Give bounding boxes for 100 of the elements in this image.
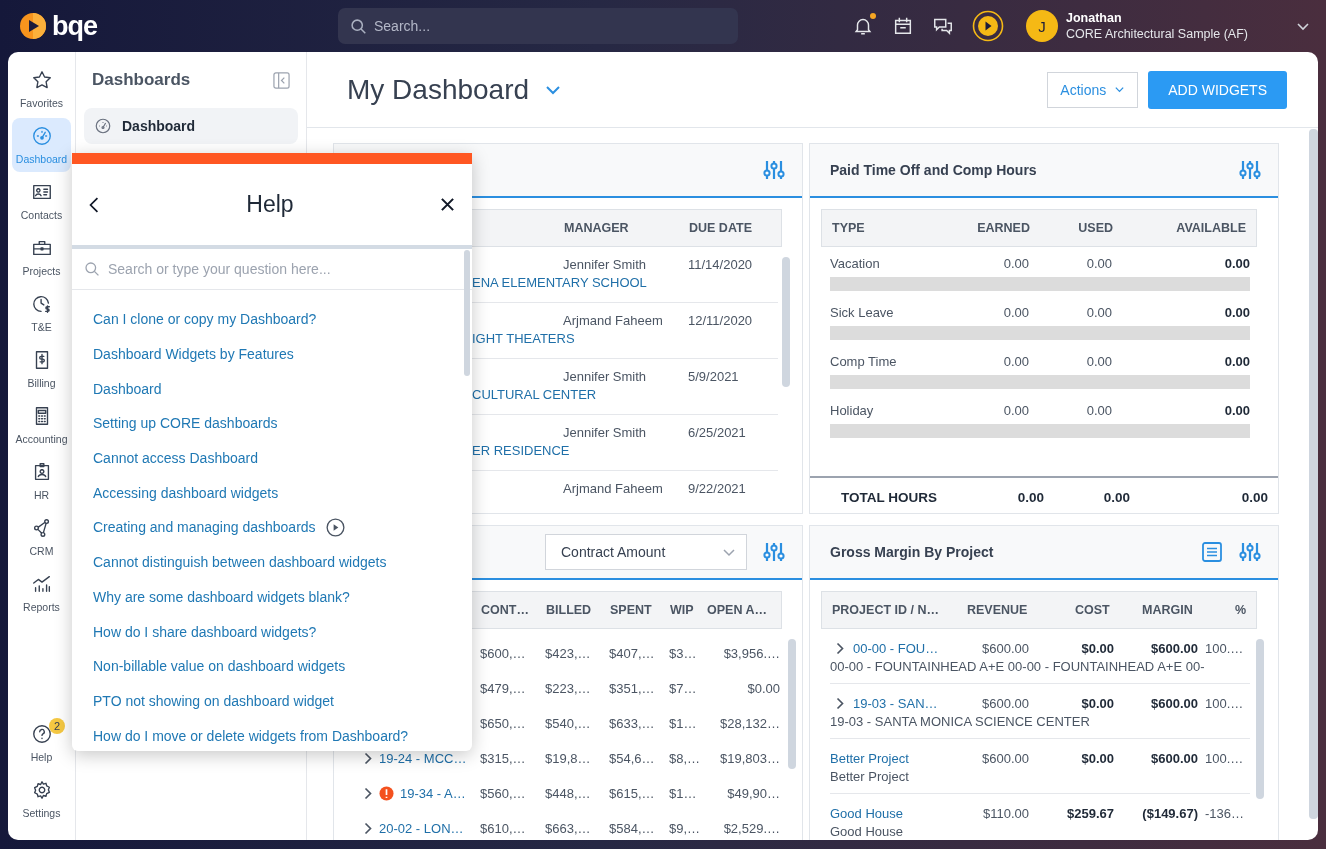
filter-sliders-icon[interactable] bbox=[1239, 541, 1261, 563]
calendar-icon[interactable] bbox=[892, 15, 914, 37]
column-header[interactable]: MANAGER bbox=[554, 221, 679, 235]
help-article-link[interactable]: Cannot access Dashboard bbox=[93, 450, 258, 467]
column-header[interactable]: OPEN A… bbox=[707, 603, 781, 617]
back-icon[interactable] bbox=[88, 195, 100, 214]
table-cell-text: $600.00 bbox=[981, 695, 1029, 713]
table-cell-text: Jennifer Smith bbox=[562, 256, 648, 274]
table-cell-text: $259.67 bbox=[1066, 805, 1114, 823]
metric-dropdown[interactable]: Contract Amount bbox=[545, 534, 747, 570]
expand-chevron-icon[interactable] bbox=[835, 642, 845, 655]
filter-sliders-icon[interactable] bbox=[763, 541, 785, 563]
table-cell-text: $315,… bbox=[479, 751, 527, 766]
page-title: My Dashboard bbox=[347, 73, 530, 106]
actions-dropdown[interactable]: Actions bbox=[1047, 71, 1139, 108]
expand-chevron-icon[interactable] bbox=[835, 697, 845, 710]
search-field[interactable]: Search... bbox=[338, 8, 738, 44]
column-header[interactable]: PROJECT ID / N… bbox=[822, 603, 957, 617]
project-link[interactable]: 19-03 - SAN… bbox=[853, 694, 938, 713]
help-article-link[interactable]: Creating and managing dashboards bbox=[93, 519, 316, 536]
column-header[interactable]: % bbox=[1220, 603, 1256, 617]
table-cell-text: Arjmand Faheem bbox=[562, 312, 664, 330]
nav-item[interactable]: Help 2 bbox=[12, 716, 71, 770]
nav-item[interactable]: Projects bbox=[12, 230, 71, 284]
play-icon[interactable] bbox=[972, 10, 1004, 42]
column-header[interactable]: EARNED bbox=[960, 221, 1030, 235]
help-article-link[interactable]: Accessing dashboard widgets bbox=[93, 484, 279, 501]
project-link[interactable]: Better Project bbox=[830, 749, 909, 768]
column-header[interactable]: CONT… bbox=[478, 603, 543, 617]
help-article-link[interactable]: Non-billable value on dashboard widgets bbox=[93, 658, 346, 675]
nav-item[interactable]: Settings bbox=[12, 772, 71, 826]
expand-chevron-icon[interactable] bbox=[363, 752, 373, 765]
table-cell-text: $3,956.… bbox=[722, 646, 780, 661]
nav-item[interactable]: T&E bbox=[12, 286, 71, 340]
sidebar-item[interactable]: Dashboard bbox=[84, 108, 298, 144]
table-cell-text: 0.00 bbox=[1002, 304, 1029, 322]
notifications-button[interactable] bbox=[852, 15, 874, 37]
project-link[interactable]: 00-00 - FOU… bbox=[853, 639, 939, 658]
column-header[interactable]: COST bbox=[1065, 603, 1132, 617]
project-link[interactable]: 19-34 - A… bbox=[400, 786, 466, 801]
clock-dollar-icon bbox=[30, 293, 53, 315]
column-header[interactable]: DUE DATE bbox=[679, 221, 781, 235]
user-avatar[interactable]: J bbox=[1026, 10, 1058, 42]
close-icon[interactable] bbox=[440, 197, 455, 212]
scrollbar[interactable] bbox=[1256, 639, 1264, 799]
logo-icon[interactable] bbox=[18, 11, 48, 41]
help-article-link[interactable]: Dashboard bbox=[93, 380, 162, 397]
expand-chevron-icon[interactable] bbox=[363, 822, 373, 835]
project-name: 00-00 - FOUNTAINHEAD A+E 00-00 - FOUNTAINHEAD A+E 00- bbox=[830, 658, 1206, 675]
play-video-icon[interactable] bbox=[325, 517, 345, 537]
table-cell-text: $479,… bbox=[479, 681, 527, 696]
bar-chart-icon bbox=[30, 573, 53, 595]
project-link[interactable]: CULTURAL CENTER bbox=[472, 387, 597, 402]
nav-item[interactable]: Reports bbox=[12, 566, 71, 620]
table-cell-text: $663,… bbox=[544, 821, 592, 836]
project-link[interactable]: ER RESIDENCE bbox=[472, 443, 570, 458]
project-link[interactable]: 20-02 - LON… bbox=[379, 821, 464, 836]
help-search-field[interactable]: Search or type your question here... bbox=[72, 249, 472, 289]
nav-item[interactable]: CRM bbox=[12, 510, 71, 564]
scrollbar[interactable] bbox=[1309, 129, 1318, 819]
column-header[interactable]: MARGIN bbox=[1132, 603, 1220, 617]
project-link[interactable]: IGHT THEATERS bbox=[472, 331, 575, 346]
column-header[interactable]: WIP bbox=[667, 603, 707, 617]
filter-sliders-icon[interactable] bbox=[763, 159, 785, 181]
list-icon[interactable] bbox=[1201, 541, 1223, 563]
column-header[interactable]: REVENUE bbox=[957, 603, 1065, 617]
project-link[interactable]: 19-24 - MCC… bbox=[379, 751, 467, 766]
nav-item[interactable]: Contacts bbox=[12, 174, 71, 228]
expand-chevron-icon[interactable] bbox=[363, 787, 373, 800]
table-cell-text: $19,8… bbox=[544, 751, 592, 766]
sidebar-title: Dashboards bbox=[92, 70, 191, 90]
widget-title: Gross Margin By Project bbox=[830, 544, 994, 560]
help-article-link[interactable]: Why are some dashboard widgets blank? bbox=[93, 588, 350, 605]
brand-name: bqe bbox=[52, 10, 97, 42]
user-name: Jonathan bbox=[1066, 10, 1123, 26]
scrollbar[interactable] bbox=[782, 257, 790, 387]
table-cell-text: $19,803… bbox=[719, 751, 780, 766]
project-link[interactable]: ENA ELEMENTARY SCHOOL bbox=[472, 275, 647, 290]
column-header[interactable]: TYPE bbox=[822, 221, 960, 235]
help-article-link[interactable]: Dashboard Widgets by Features bbox=[93, 346, 294, 363]
help-article-link[interactable]: How do I move or delete widgets from Dashboard? bbox=[93, 727, 409, 744]
help-article-link[interactable]: How do I share dashboard widgets? bbox=[93, 623, 317, 640]
column-header[interactable]: USED bbox=[1030, 221, 1113, 235]
filter-sliders-icon[interactable] bbox=[1239, 159, 1261, 181]
help-article-link[interactable]: Can I clone or copy my Dashboard? bbox=[93, 311, 317, 328]
project-link[interactable]: Good House bbox=[830, 804, 903, 823]
column-header[interactable]: SPENT bbox=[607, 603, 667, 617]
help-article-link[interactable]: Cannot distinguish between dashboard widgets bbox=[93, 554, 387, 571]
nav-item[interactable]: Favorites bbox=[12, 62, 71, 116]
column-header[interactable]: BILLED bbox=[543, 603, 607, 617]
help-article-link[interactable]: Setting up CORE dashboards bbox=[93, 415, 278, 432]
scrollbar[interactable] bbox=[788, 639, 796, 769]
table-cell-text: 0.00 bbox=[1223, 402, 1250, 420]
nav-item[interactable]: HR bbox=[12, 454, 71, 508]
nav-item[interactable]: Accounting bbox=[12, 398, 71, 452]
table-cell-text: $0.00 bbox=[746, 681, 780, 696]
nav-item[interactable]: Billing bbox=[12, 342, 71, 396]
scrollbar[interactable] bbox=[464, 250, 470, 376]
help-article-link[interactable]: PTO not showing on dashboard widget bbox=[93, 692, 334, 709]
column-header[interactable]: AVAILABLE bbox=[1113, 221, 1256, 235]
